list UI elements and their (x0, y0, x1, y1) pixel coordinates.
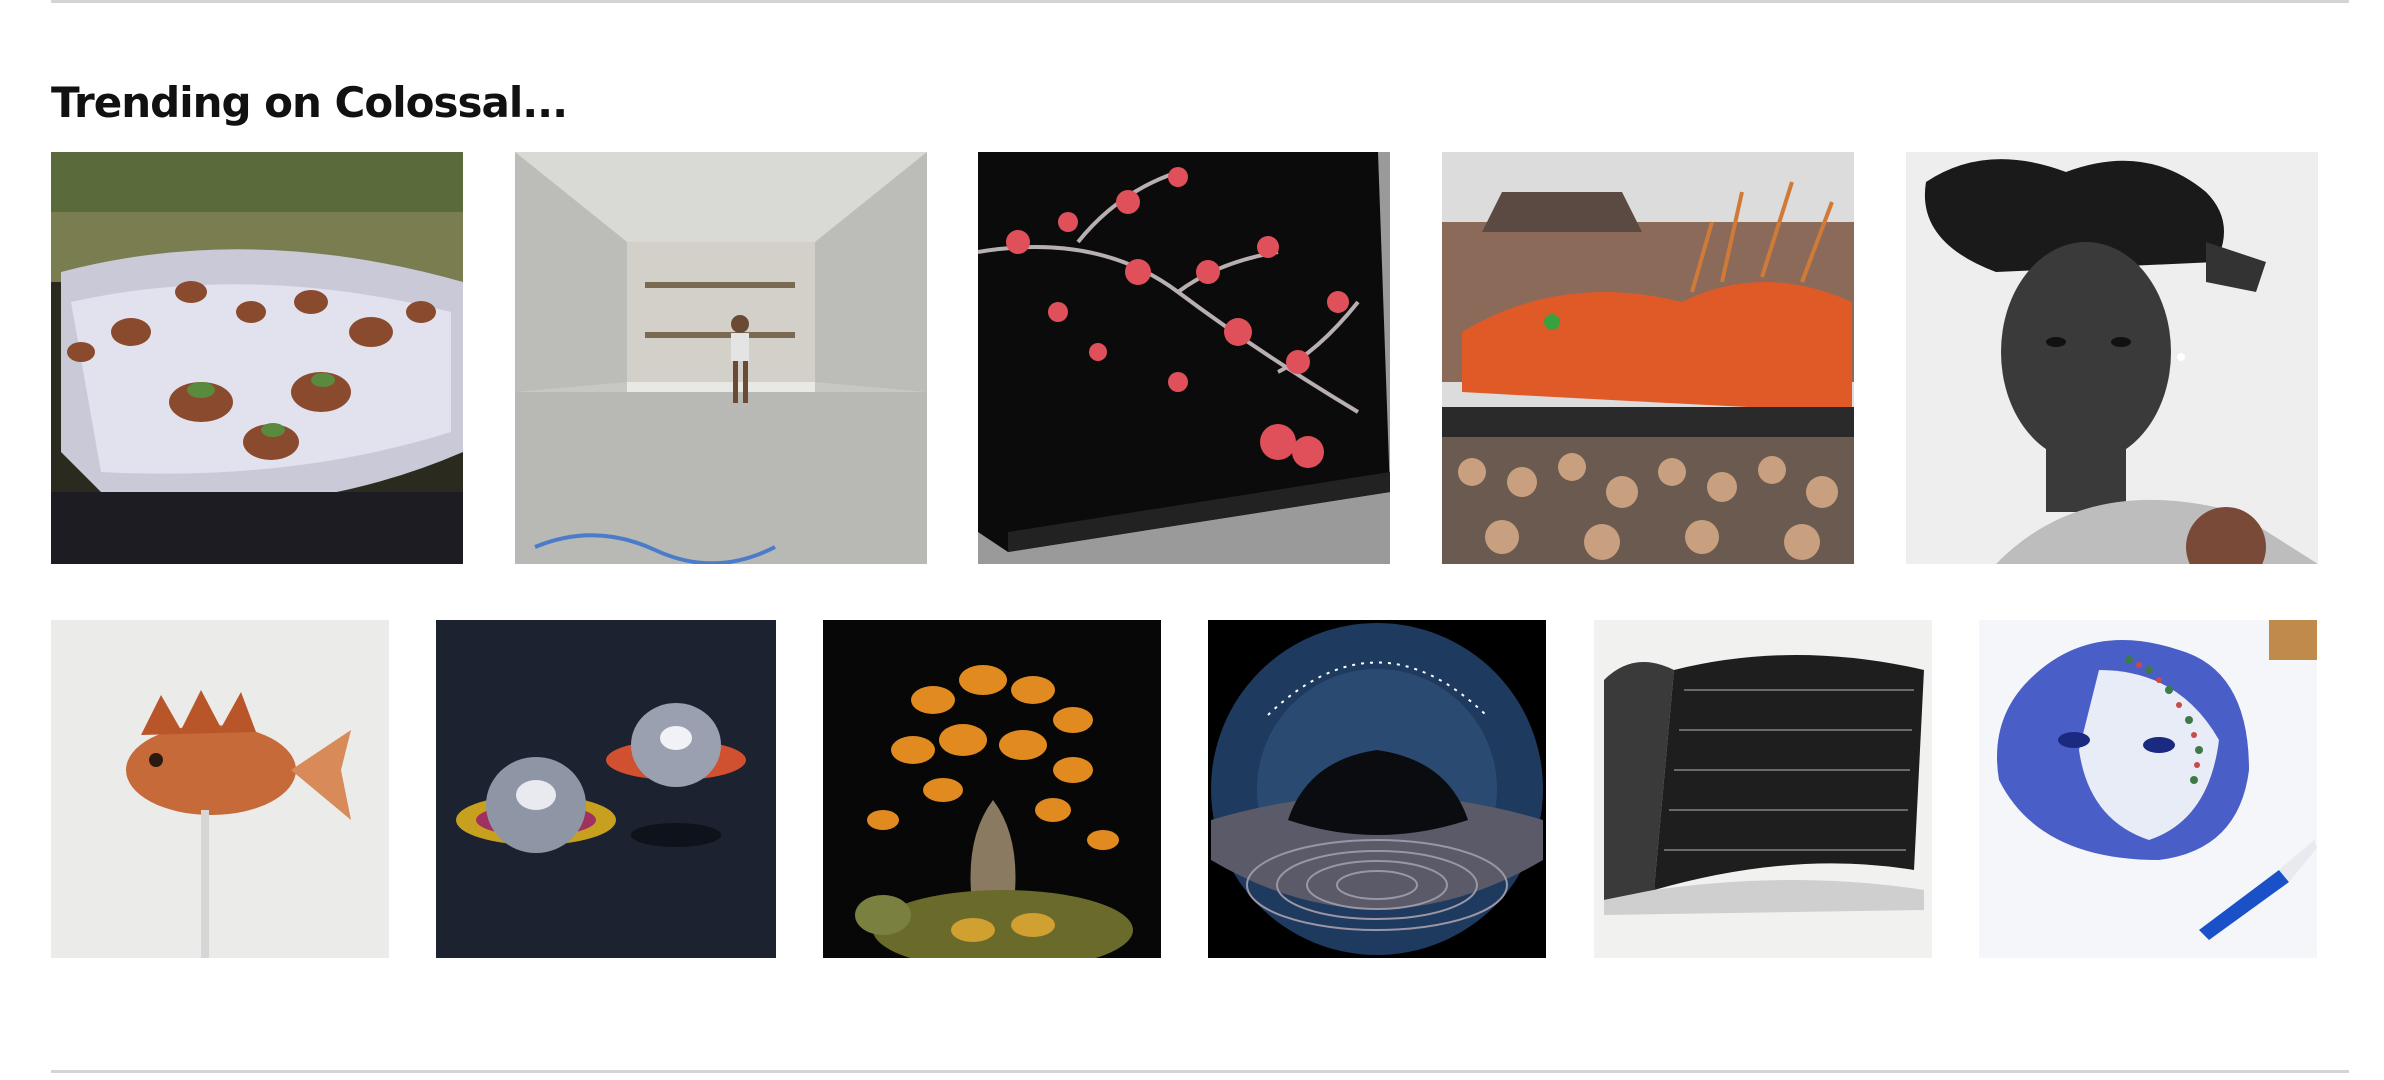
fisheye-star-trail-thumb[interactable] (1208, 620, 1546, 958)
glass-scorpionfish-thumb[interactable] (51, 620, 389, 958)
book-drawing-image (1594, 620, 1932, 958)
woman-portrait-drawing-thumb[interactable] (1906, 152, 2318, 564)
hummingbirds-image (51, 152, 463, 564)
bottom-divider (51, 1070, 2349, 1073)
resin-domes-thumb[interactable] (436, 620, 776, 958)
section-heading: Trending on Colossal... (51, 78, 568, 127)
butterfly-tree-image (823, 620, 1161, 958)
fish-sculpture-image (51, 620, 389, 958)
portrait-image (1906, 152, 2318, 564)
cherry-blossom-lacquer-box-thumb[interactable] (978, 152, 1390, 564)
bridge-room-image (515, 152, 927, 564)
dragon-float-image (1442, 152, 1854, 564)
flower-dragon-parade-thumb[interactable] (1442, 152, 1854, 564)
under-bridge-office-thumb[interactable] (515, 152, 927, 564)
hair-book-drawing-thumb[interactable] (1594, 620, 1932, 958)
fisheye-tree-image (1208, 620, 1546, 958)
blue-face-image (1979, 620, 2317, 958)
hummingbirds-fountain-thumb[interactable] (51, 152, 463, 564)
butterfly-bonsai-turtle-thumb[interactable] (823, 620, 1161, 958)
lacquer-box-image (978, 152, 1390, 564)
top-divider (51, 0, 2349, 3)
ballpoint-face-embroidery-thumb[interactable] (1979, 620, 2317, 958)
glass-domes-image (436, 620, 776, 958)
